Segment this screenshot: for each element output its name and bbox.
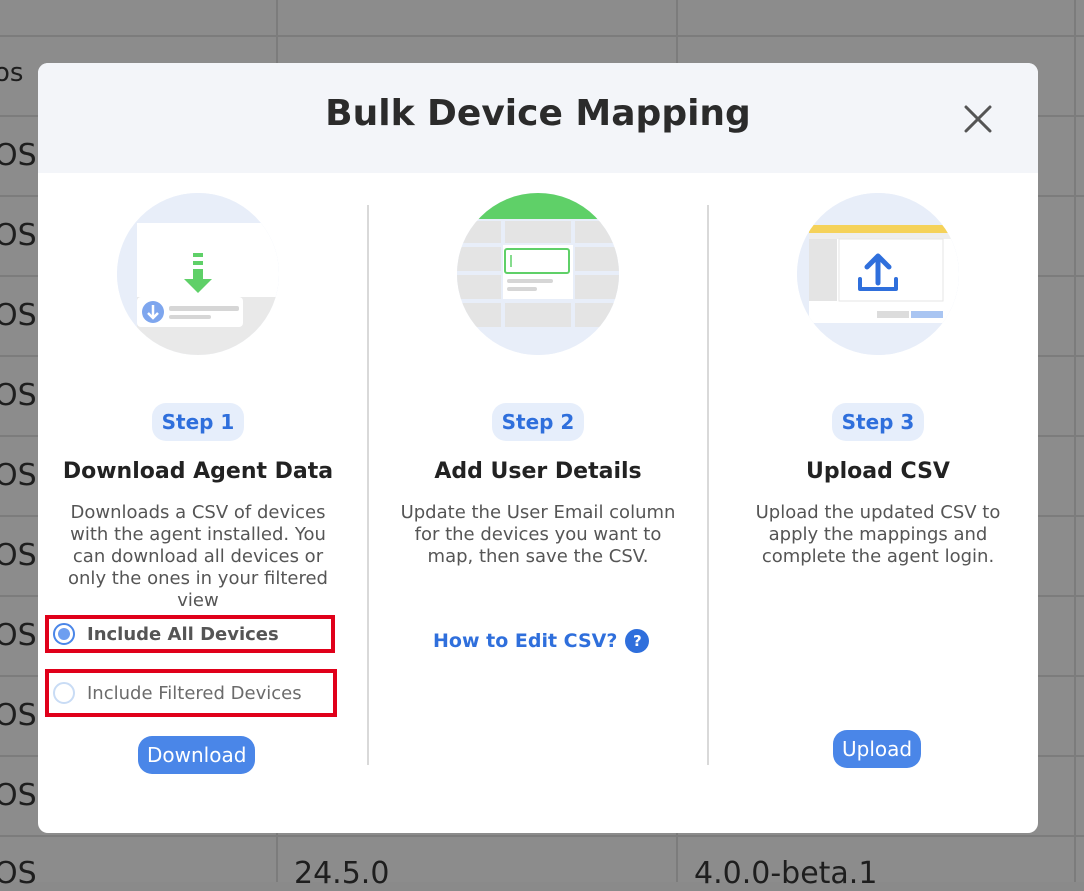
column-divider: [707, 205, 709, 765]
table-cell: OS: [0, 618, 37, 653]
upload-button[interactable]: Upload: [833, 730, 922, 768]
download-illustration: [117, 193, 279, 355]
table-divider: [0, 835, 1084, 837]
step-2-description: Update the User Email column for the dev…: [400, 502, 676, 567]
table-cell: 24.5.0: [294, 856, 390, 891]
step-3-description: Upload the updated CSV to apply the mapp…: [755, 502, 1001, 567]
upload-illustration: [797, 193, 959, 355]
step-3-badge: Step 3: [831, 403, 925, 441]
modal-header: Bulk Device Mapping: [38, 63, 1038, 173]
spreadsheet-illustration: [457, 193, 619, 355]
download-button[interactable]: Download: [138, 736, 256, 774]
table-cell: OS: [0, 458, 37, 493]
step-1-title: Download Agent Data: [62, 459, 334, 484]
table-cell: OS: [0, 378, 37, 413]
step-2-badge: Step 2: [491, 403, 585, 441]
table-cell: OS: [0, 298, 37, 333]
table-cell: OS: [0, 698, 37, 733]
step-1-column: Step 1 Download Agent Data Downloads a C…: [38, 193, 358, 612]
spreadsheet-icon: [457, 193, 619, 355]
table-cell: OS: [0, 138, 37, 173]
table-divider: [0, 35, 1084, 37]
radio-label: Include Filtered Devices: [87, 682, 302, 704]
close-button[interactable]: [962, 103, 994, 135]
step-3-title: Upload CSV: [806, 459, 950, 484]
step-1-description: Downloads a CSV of devices with the agen…: [68, 502, 328, 611]
table-cell: OS: [0, 856, 37, 891]
help-icon[interactable]: ?: [625, 629, 650, 653]
modal-title: Bulk Device Mapping: [325, 93, 751, 134]
table-cell: os: [0, 58, 24, 88]
include-filtered-devices-option[interactable]: Include Filtered Devices: [45, 669, 337, 717]
step-1-badge: Step 1: [151, 403, 245, 441]
link-label[interactable]: How to Edit CSV?: [433, 630, 617, 652]
table-cell: OS: [0, 538, 37, 573]
table-divider: [1074, 0, 1076, 882]
step-2-column: Step 2 Add User Details Update the User …: [378, 193, 698, 568]
step-2-title: Add User Details: [434, 459, 642, 484]
upload-icon: [797, 193, 959, 355]
radio-label: Include All Devices: [87, 623, 279, 645]
include-all-devices-option[interactable]: Include All Devices: [45, 615, 335, 653]
radio-checked-icon[interactable]: [53, 623, 75, 645]
download-icon: [117, 193, 279, 355]
step-3-column: Step 3 Upload CSV Upload the updated CSV…: [718, 193, 1038, 568]
close-icon: [964, 105, 992, 133]
table-cell: 4.0.0-beta.1: [694, 856, 878, 891]
column-divider: [367, 205, 369, 765]
table-cell: OS: [0, 218, 37, 253]
table-cell: OS: [0, 778, 37, 813]
how-to-edit-csv-link[interactable]: How to Edit CSV??: [433, 629, 650, 653]
radio-unchecked-icon[interactable]: [53, 682, 75, 704]
bulk-device-mapping-modal: Bulk Device Mapping Step 1 Download Agen…: [38, 63, 1038, 833]
